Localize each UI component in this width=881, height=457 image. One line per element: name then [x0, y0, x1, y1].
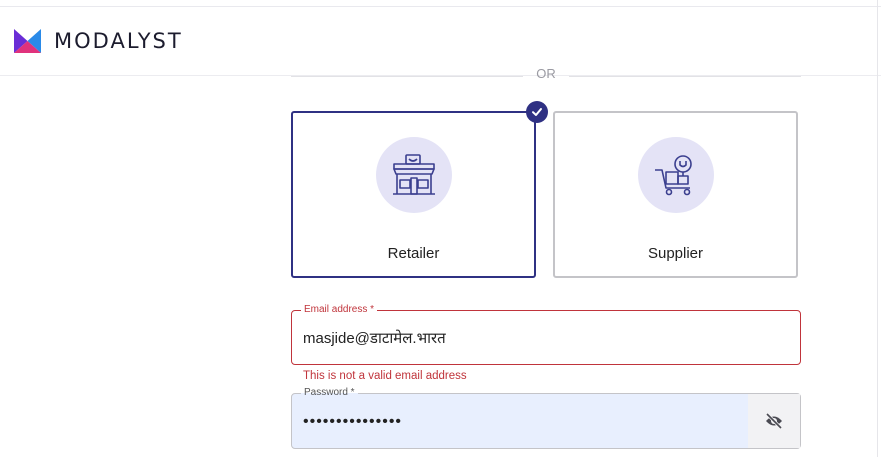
- email-error-text: This is not a valid email address: [303, 370, 467, 382]
- brand-logo[interactable]: MODALYST: [14, 29, 183, 53]
- password-input[interactable]: •••••••••••••••: [303, 413, 402, 431]
- eye-slash-icon: [765, 412, 783, 430]
- selected-check-icon: [526, 101, 548, 123]
- email-label: Email address *: [301, 304, 378, 316]
- retailer-label: Retailer: [387, 245, 440, 262]
- storefront-icon: [392, 154, 435, 195]
- or-text: OR: [536, 66, 556, 81]
- email-field[interactable]: Email address * masjide@डाटामेल.भारत: [291, 304, 801, 365]
- retailer-card[interactable]: Retailer: [291, 111, 536, 278]
- retailer-icon-circle: [375, 137, 452, 213]
- or-divider: OR: [291, 66, 801, 90]
- top-bar: [0, 0, 881, 7]
- supplier-icon-circle: [637, 137, 714, 213]
- supplier-card[interactable]: Supplier: [553, 111, 798, 278]
- password-field[interactable]: Password * •••••••••••••••: [291, 387, 801, 449]
- toggle-password-button[interactable]: [748, 394, 800, 448]
- password-label: Password *: [301, 387, 358, 399]
- brand-name: MODALYST: [54, 29, 183, 53]
- modalyst-logo-icon: [14, 29, 41, 53]
- email-input[interactable]: masjide@डाटामेल.भारत: [303, 328, 446, 348]
- supplier-label: Supplier: [647, 245, 704, 262]
- page-edge: [877, 0, 878, 457]
- cart-with-boxes-icon: [654, 155, 692, 196]
